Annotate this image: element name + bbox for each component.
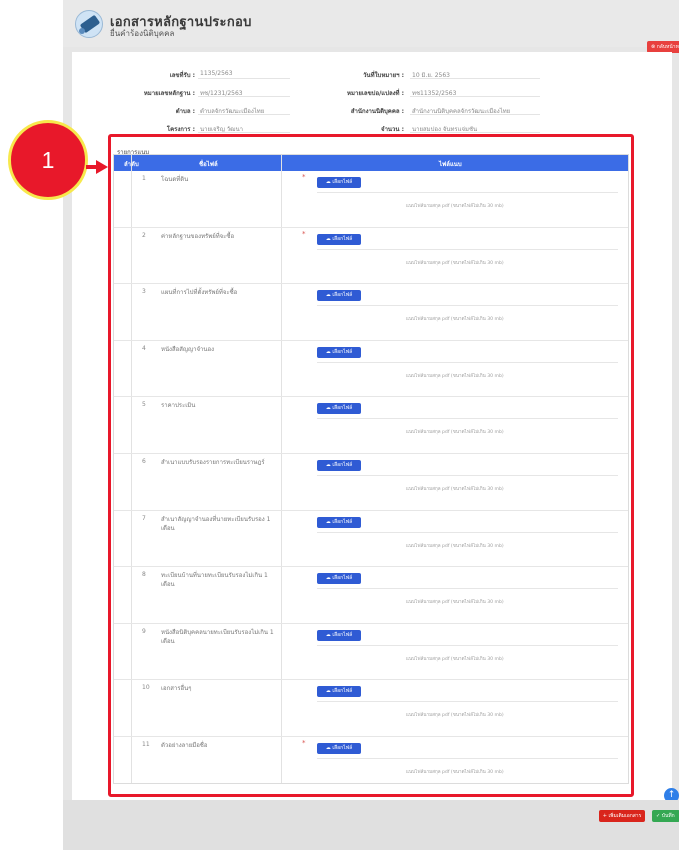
info-underline (410, 114, 540, 115)
info-underline (198, 132, 290, 133)
info-label-right: หมายเลขบ่อ/แปลงที่ : (347, 90, 404, 97)
page-subtitle: ยื่นคำร้องนิติบุคคล (110, 29, 175, 38)
info-underline (410, 96, 540, 97)
info-label-right: สำนักงานนิติบุคคล : (350, 108, 404, 115)
info-underline (198, 114, 290, 115)
info-underline (410, 132, 540, 133)
step-callout: 1 (8, 120, 88, 200)
page-footer (63, 800, 679, 850)
info-label-left: เลขที่รับ : (169, 72, 195, 79)
info-underline (198, 96, 290, 97)
callout-arrow-icon (96, 160, 108, 174)
app-logo (75, 10, 103, 38)
save-button[interactable]: ✓ บันทึก (652, 810, 679, 822)
add-document-button[interactable]: + เพิ่มเติมเอกสาร (599, 810, 645, 822)
page-header: เอกสารหลักฐานประกอบ ยื่นคำร้องนิติบุคคล (63, 0, 679, 47)
info-underline (198, 78, 290, 79)
info-label-left: โครงการ : (166, 126, 195, 133)
info-value-left: 1135/2563 (200, 70, 233, 77)
info-label-left: ตำบล : (175, 108, 195, 115)
info-label-right: จำนวน : (381, 126, 404, 133)
info-label-right: วันที่ใบหมายฯ : (363, 72, 404, 79)
info-underline (410, 78, 540, 79)
info-label-left: หมายเลขหลักฐาน : (143, 90, 195, 97)
highlight-frame (108, 134, 634, 797)
